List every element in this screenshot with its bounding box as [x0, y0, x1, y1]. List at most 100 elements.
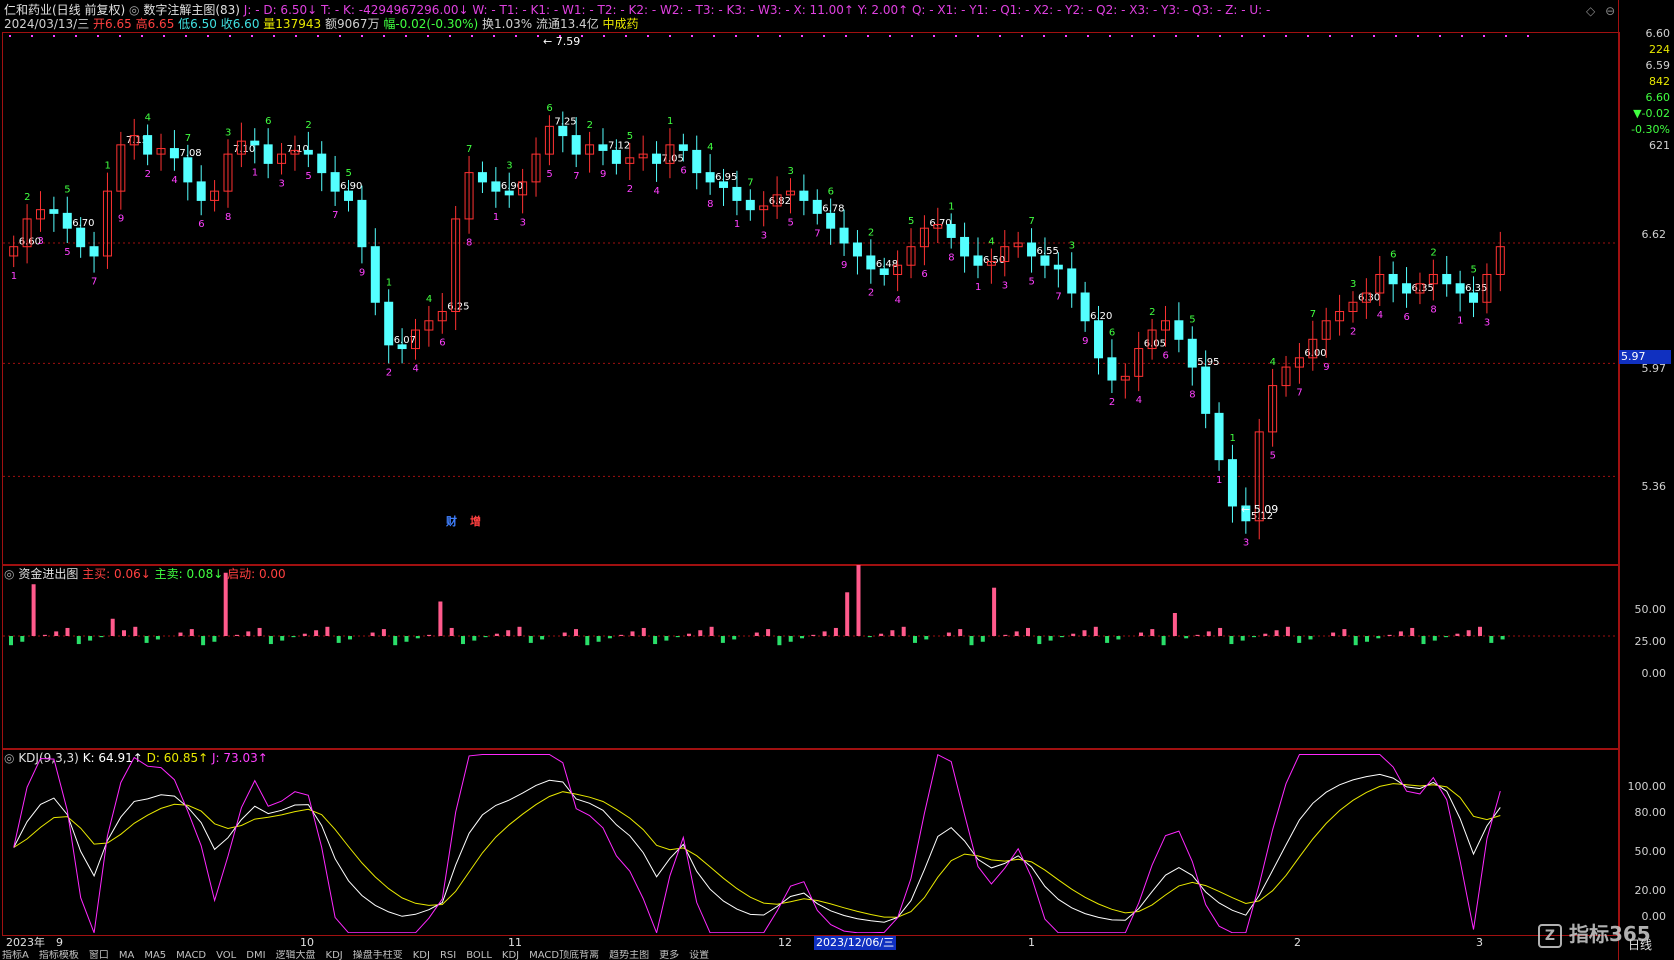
top-dot-marker [735, 35, 737, 37]
fund-buy-bar [687, 633, 691, 636]
top-dot-marker [779, 35, 781, 37]
fund-buy-bar [1150, 629, 1155, 636]
top-dot-marker [757, 35, 759, 37]
indicator-tab[interactable]: 更多 [659, 950, 679, 960]
fund-sell-bar [9, 636, 13, 646]
candle-body [705, 172, 715, 183]
top-dot-marker [911, 35, 913, 37]
top-dot-marker [647, 35, 649, 37]
fund-buy-bar [1172, 613, 1177, 636]
candlestick-chart[interactable]: 16.6023556.707197.152447.0876837.101637.… [3, 33, 1617, 563]
top-dot-marker [625, 35, 627, 37]
kdj-chart[interactable] [3, 749, 1617, 933]
indicator-tab[interactable]: KDJ [413, 950, 430, 960]
top-dot-marker [9, 35, 11, 37]
indicator-tab[interactable]: 逻辑大盘 [276, 950, 316, 960]
indicator-tab[interactable]: 窗口 [89, 950, 109, 960]
top-dot-marker [1263, 35, 1265, 37]
fund-buy-bar [1206, 631, 1211, 636]
increase-mark[interactable]: 增 [470, 514, 481, 528]
count-label: 9 [118, 214, 124, 225]
count-label: 6 [1162, 351, 1168, 362]
top-dot-marker [405, 35, 407, 37]
indicator-tab[interactable]: DMI [246, 950, 265, 960]
fund-buy-bar [189, 629, 194, 636]
count-label: 8 [225, 212, 231, 223]
indicator-toggle-icon[interactable]: ◎ [129, 3, 139, 17]
count-label: 2 [627, 184, 633, 195]
fund-buy-bar [370, 632, 375, 636]
count-label: 7 [573, 171, 579, 182]
close-icon[interactable]: ⊖ [1605, 4, 1615, 18]
indicator-tab[interactable]: MA [119, 950, 134, 960]
fund-sell-bar [1105, 636, 1110, 643]
cursor-date-tag: 2023/12/06/三 [814, 936, 897, 950]
fund-sell-bar [1240, 636, 1245, 641]
watermark: Z 指标365 [1538, 918, 1651, 948]
count-label: 2 [1109, 397, 1115, 408]
indicator-tab[interactable]: 设置 [689, 950, 709, 960]
candle-body [839, 227, 849, 244]
indicator-tab[interactable]: VOL [216, 950, 236, 960]
fund-bar-chart[interactable] [3, 565, 1617, 747]
indicator-tab[interactable]: RSI [440, 950, 456, 960]
count-label: 7 [1029, 216, 1035, 227]
top-dot-marker [229, 35, 231, 37]
indicator-tab[interactable]: MACD [176, 950, 206, 960]
fund-buy-bar [946, 632, 951, 636]
candle-body [812, 199, 822, 214]
candle-body [1053, 264, 1063, 270]
candle-body [504, 190, 514, 196]
candle-body [946, 223, 956, 238]
count-label: 2 [305, 120, 311, 131]
indicator-name[interactable]: 数字注解主图(83) [143, 3, 240, 17]
indicator-tab[interactable]: 指标模板 [39, 950, 79, 960]
restore-icon[interactable]: ◇ [1586, 4, 1595, 18]
fund-buy-bar [1071, 633, 1076, 636]
candle-body [491, 181, 501, 192]
count-label: 3 [279, 178, 285, 189]
stock-title[interactable]: 仁和药业(日线 前复权) [4, 3, 125, 17]
fund-sell-bar [1500, 636, 1505, 640]
indicator-tab[interactable]: 操盘手柱变 [353, 950, 403, 960]
count-label: 7 [466, 144, 472, 155]
fund-buy-bar [833, 627, 838, 636]
fund-buy-bar [223, 572, 228, 636]
top-dot-marker [1153, 35, 1155, 37]
fund-sell-bar [1161, 636, 1166, 646]
indicator-tab[interactable]: MA5 [144, 950, 166, 960]
top-dot-marker [867, 35, 869, 37]
fund-sell-bar [99, 636, 104, 638]
fund-sell-bar [1365, 636, 1369, 642]
price-label: 6.90 [501, 181, 523, 192]
candle-body [678, 144, 688, 151]
fund-sell-bar [788, 636, 793, 642]
indicator-tab[interactable]: 趋势主图 [609, 950, 649, 960]
fund-buy-bar [630, 631, 635, 636]
count-label: 1 [1229, 433, 1235, 444]
fund-buy-bar [438, 601, 443, 636]
top-dot-marker [1483, 35, 1485, 37]
indicator-tab[interactable]: MACD顶底背离 [529, 950, 599, 960]
count-label: 3 [1243, 538, 1249, 549]
fund-buy-bar [1331, 632, 1336, 636]
fund-sell-bar [212, 636, 217, 642]
candle-body [196, 181, 206, 201]
fund-buy-bar [845, 592, 850, 636]
indicator-tab[interactable]: KDJ [502, 950, 519, 960]
count-label: 9 [600, 169, 606, 180]
indicator-tab[interactable]: 指标A [2, 950, 29, 960]
count-label: 6 [828, 187, 834, 198]
finance-mark[interactable]: 财 [445, 514, 457, 528]
fund-sell-bar [596, 636, 601, 642]
indicator-tab[interactable]: KDJ [326, 950, 343, 960]
fund-buy-bar [698, 630, 703, 636]
fund-sell-bar [528, 636, 533, 643]
quote-sector[interactable]: 中成药 [603, 17, 639, 31]
top-dot-marker [1417, 35, 1419, 37]
indicator-tab[interactable]: BOLL [466, 950, 492, 960]
fund-buy-bar [302, 633, 307, 636]
candle-body [1174, 320, 1184, 340]
fund-sell-bar [1297, 636, 1302, 643]
count-label: 6 [680, 166, 686, 177]
